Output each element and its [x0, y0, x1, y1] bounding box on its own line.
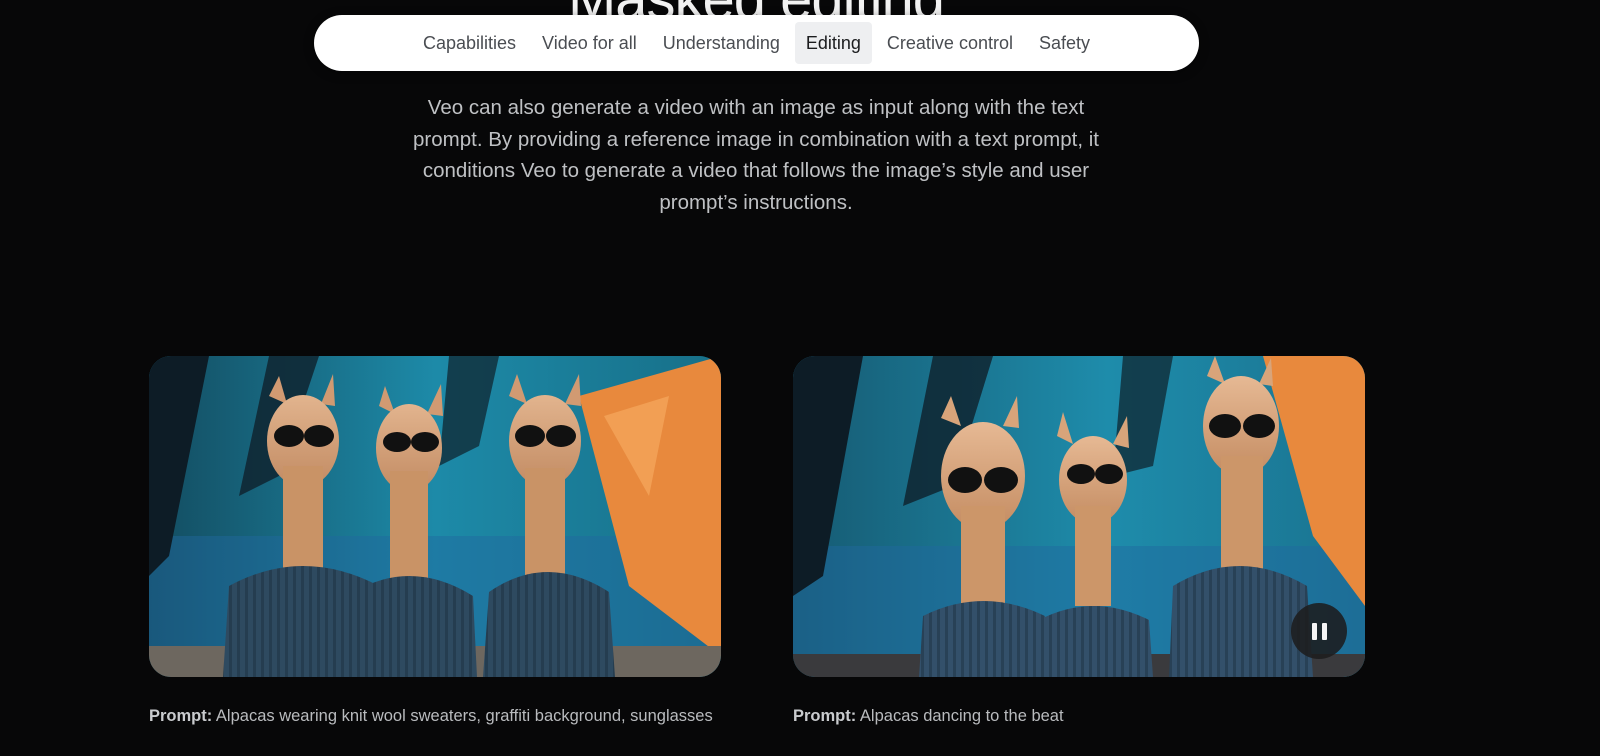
section-nav: Capabilities Video for all Understanding… — [314, 15, 1199, 71]
prompt-caption-video: Prompt: Alpacas dancing to the beat — [793, 707, 1064, 726]
prompt-label: Prompt: — [149, 707, 213, 725]
prompt-label: Prompt: — [793, 707, 857, 725]
reference-image — [149, 356, 721, 677]
prompt-text: Alpacas dancing to the beat — [856, 707, 1064, 725]
tab-capabilities[interactable]: Capabilities — [412, 22, 527, 64]
prompt-caption-image: Prompt: Alpacas wearing knit wool sweate… — [149, 707, 713, 726]
generated-video[interactable] — [793, 356, 1365, 677]
page: Masked editing Capabilities Video for al… — [0, 0, 1600, 756]
prompt-text: Alpacas wearing knit wool sweaters, graf… — [212, 707, 713, 725]
tab-creative-control[interactable]: Creative control — [876, 22, 1024, 64]
tab-editing[interactable]: Editing — [794, 22, 872, 64]
tab-video-for-all[interactable]: Video for all — [531, 22, 648, 64]
tab-safety[interactable]: Safety — [1028, 22, 1101, 64]
pause-button[interactable] — [1291, 603, 1347, 659]
tab-understanding[interactable]: Understanding — [652, 22, 791, 64]
pause-icon — [1311, 622, 1317, 640]
alpacas-video-frame — [793, 356, 1365, 677]
section-description: Veo can also generate a video with an im… — [413, 96, 1099, 214]
alpacas-image — [149, 356, 721, 677]
